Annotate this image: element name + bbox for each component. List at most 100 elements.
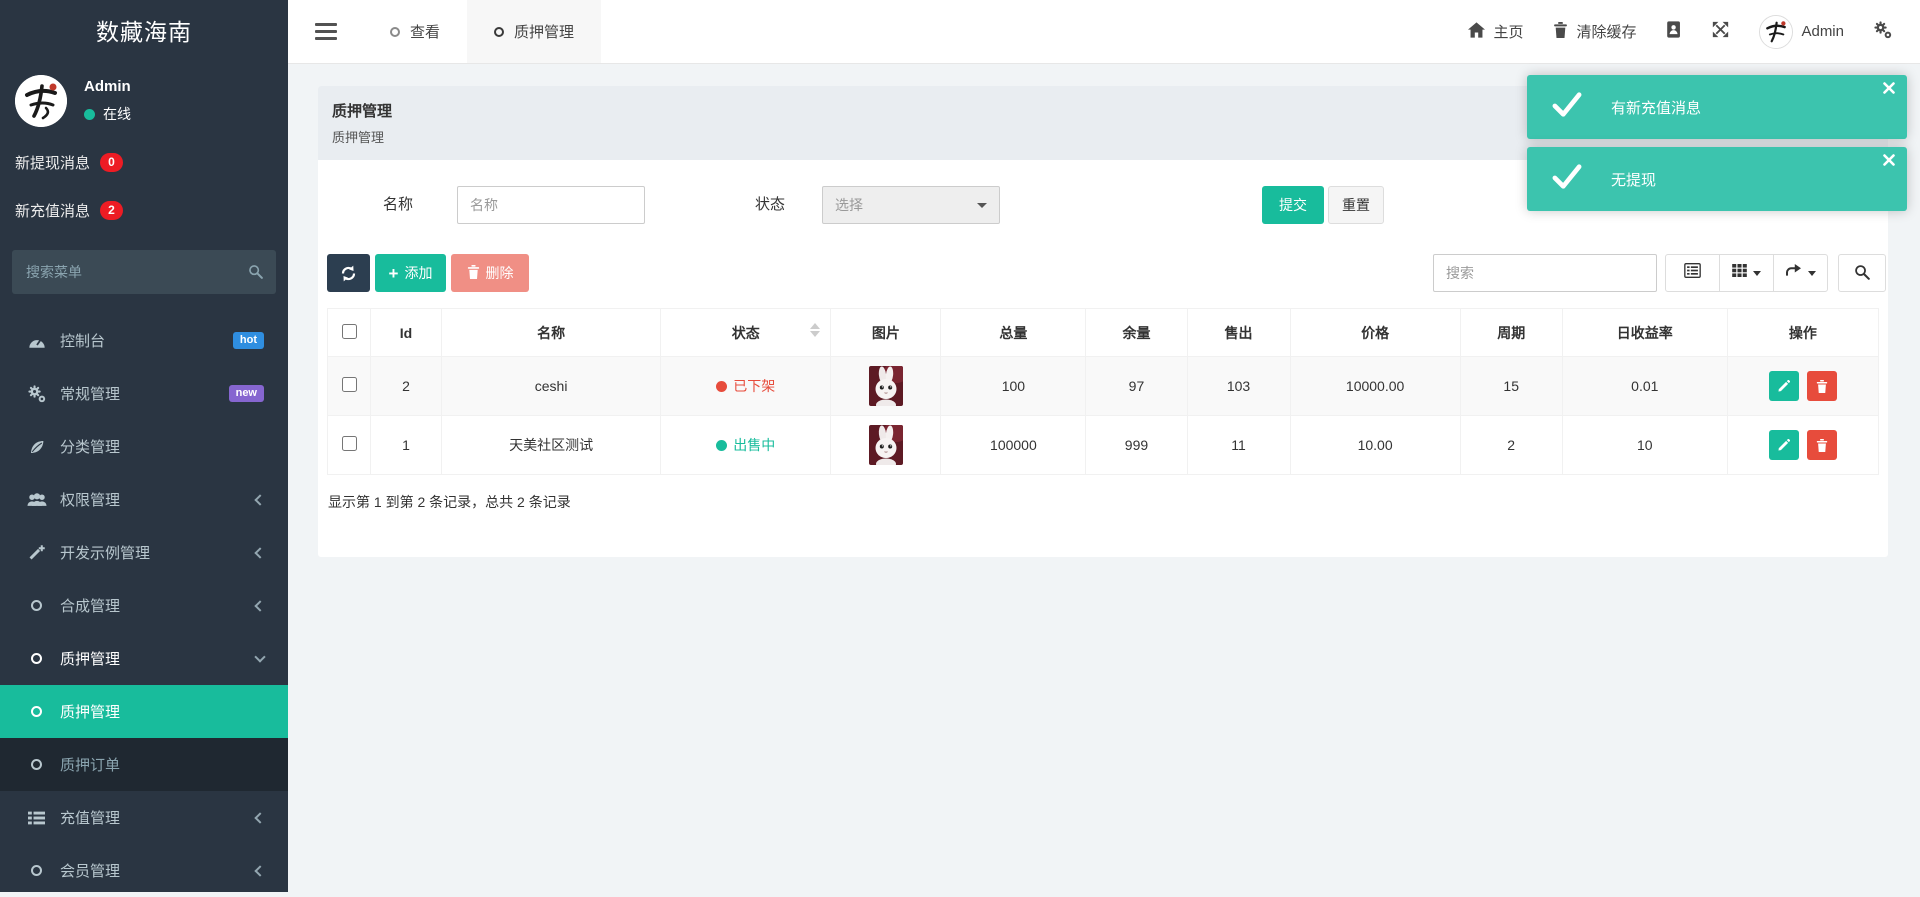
status-filter-label: 状态 <box>718 186 785 224</box>
home-icon <box>1468 22 1485 42</box>
name-filter-input[interactable] <box>457 186 645 224</box>
list-icon <box>26 811 47 825</box>
edit-button[interactable] <box>1769 371 1799 401</box>
docs-button[interactable] <box>1666 21 1682 42</box>
sidebar-toggle-button[interactable] <box>315 0 337 63</box>
online-dot-icon <box>84 109 95 120</box>
clear-cache-link[interactable]: 清除缓存 <box>1553 21 1636 42</box>
sidebar-item-synthesis[interactable]: 合成管理 <box>0 579 288 632</box>
columns-button[interactable] <box>1719 254 1774 292</box>
name-filter-label: 名称 <box>358 186 413 224</box>
chevron-left-icon <box>254 812 265 823</box>
cell-rate: 10 <box>1562 416 1727 475</box>
withdraw-notice-badge: 0 <box>100 153 123 172</box>
col-status[interactable]: 状态 <box>661 309 831 357</box>
sidebar-item-dev-demo[interactable]: 开发示例管理 <box>0 526 288 579</box>
status-dot-icon <box>716 440 727 451</box>
col-daily-rate: 日收益率 <box>1562 309 1727 357</box>
row-checkbox[interactable] <box>342 436 357 451</box>
user-name: Admin <box>1801 23 1844 40</box>
select-all-checkbox[interactable] <box>342 324 357 339</box>
trash-icon <box>467 265 480 282</box>
settings-button[interactable] <box>1874 21 1892 43</box>
reset-button[interactable]: 重置 <box>1328 186 1384 224</box>
delete-button[interactable]: 删除 <box>451 254 529 292</box>
docs-icon <box>1666 21 1682 42</box>
recharge-notice-badge: 2 <box>100 201 123 220</box>
table-search-input[interactable] <box>1433 254 1657 292</box>
user-panel: Admin 在线 <box>0 64 288 138</box>
table-row: 1 天美社区测试 出售中 100000 999 11 10.00 2 10 <box>328 416 1879 475</box>
row-checkbox[interactable] <box>342 377 357 392</box>
circle-icon <box>390 27 400 37</box>
circle-icon <box>26 865 47 876</box>
new-badge: new <box>229 385 264 402</box>
menu-search <box>12 250 276 294</box>
sidebar-item-members[interactable]: 会员管理 <box>0 844 288 897</box>
check-icon <box>1551 163 1583 196</box>
detail-view-button[interactable] <box>1665 254 1720 292</box>
menu-label: 常规管理 <box>60 383 120 404</box>
home-link[interactable]: 主页 <box>1468 21 1523 42</box>
refresh-button[interactable] <box>327 254 370 292</box>
sidebar-item-dashboard[interactable]: 控制台 hot <box>0 314 288 367</box>
tab-view[interactable]: 查看 <box>363 0 467 63</box>
cell-price: 10.00 <box>1290 416 1460 475</box>
sidebar-item-pledge-manage[interactable]: 质押管理 <box>0 685 288 738</box>
status-filter-select[interactable]: 选择 <box>822 186 1000 224</box>
col-name: 名称 <box>442 309 661 357</box>
status-dot-icon <box>716 381 727 392</box>
sidebar-item-recharge[interactable]: 充值管理 <box>0 791 288 844</box>
submit-button[interactable]: 提交 <box>1262 186 1324 224</box>
cell-actions <box>1727 416 1878 475</box>
tab-pledge-manage[interactable]: 质押管理 <box>467 0 601 63</box>
cell-rate: 0.01 <box>1562 357 1727 416</box>
product-image[interactable] <box>869 366 903 406</box>
close-icon[interactable] <box>1883 82 1895 94</box>
add-button[interactable]: + 添加 <box>375 254 446 292</box>
fullscreen-button[interactable] <box>1712 21 1729 42</box>
export-button[interactable] <box>1773 254 1828 292</box>
col-remain: 余量 <box>1086 309 1187 357</box>
row-delete-button[interactable] <box>1807 371 1837 401</box>
user-menu[interactable]: Admin <box>1759 15 1844 49</box>
user-name: Admin <box>84 78 131 95</box>
recharge-notice-link[interactable]: 新充值消息 2 <box>0 186 288 234</box>
online-label: 在线 <box>103 104 131 124</box>
menu-label: 控制台 <box>60 330 105 351</box>
menu-search-input[interactable] <box>12 250 276 294</box>
close-icon[interactable] <box>1883 154 1895 166</box>
delete-label: 删除 <box>486 263 514 283</box>
toast-withdraw[interactable]: 无提现 <box>1527 147 1907 211</box>
avatar <box>1759 15 1793 49</box>
cell-status: 已下架 <box>661 357 831 416</box>
sidebar-item-category[interactable]: 分类管理 <box>0 420 288 473</box>
col-actions: 操作 <box>1727 309 1878 357</box>
avatar <box>15 75 67 127</box>
table-view-buttons <box>1665 254 1828 292</box>
row-delete-button[interactable] <box>1807 430 1837 460</box>
record-summary: 显示第 1 到第 2 条记录，总共 2 条记录 <box>328 492 571 512</box>
cell-price: 10000.00 <box>1290 357 1460 416</box>
product-image[interactable] <box>869 425 903 465</box>
edit-button[interactable] <box>1769 430 1799 460</box>
withdraw-notice-label: 新提现消息 <box>15 152 90 173</box>
menu-label: 充值管理 <box>60 807 120 828</box>
cell-sold: 103 <box>1187 357 1290 416</box>
sidebar-item-pledge-orders[interactable]: 质押订单 <box>0 738 288 791</box>
add-label: 添加 <box>404 263 432 283</box>
sidebar-item-pledge[interactable]: 质押管理 <box>0 632 288 685</box>
sidebar-item-permission[interactable]: 权限管理 <box>0 473 288 526</box>
sidebar-item-general[interactable]: 常规管理 new <box>0 367 288 420</box>
circle-icon <box>26 600 47 611</box>
col-id: Id <box>371 309 442 357</box>
advanced-search-button[interactable] <box>1838 254 1886 292</box>
users-icon <box>26 492 47 507</box>
circle-icon <box>494 27 504 37</box>
cell-image <box>831 416 941 475</box>
withdraw-notice-link[interactable]: 新提现消息 0 <box>0 138 288 186</box>
toast-recharge[interactable]: 有新充值消息 <box>1527 75 1907 139</box>
toast-container: 有新充值消息 无提现 <box>1527 75 1907 211</box>
caret-down-icon <box>1753 271 1761 276</box>
pledge-submenu: 质押管理 质押订单 <box>0 685 288 791</box>
